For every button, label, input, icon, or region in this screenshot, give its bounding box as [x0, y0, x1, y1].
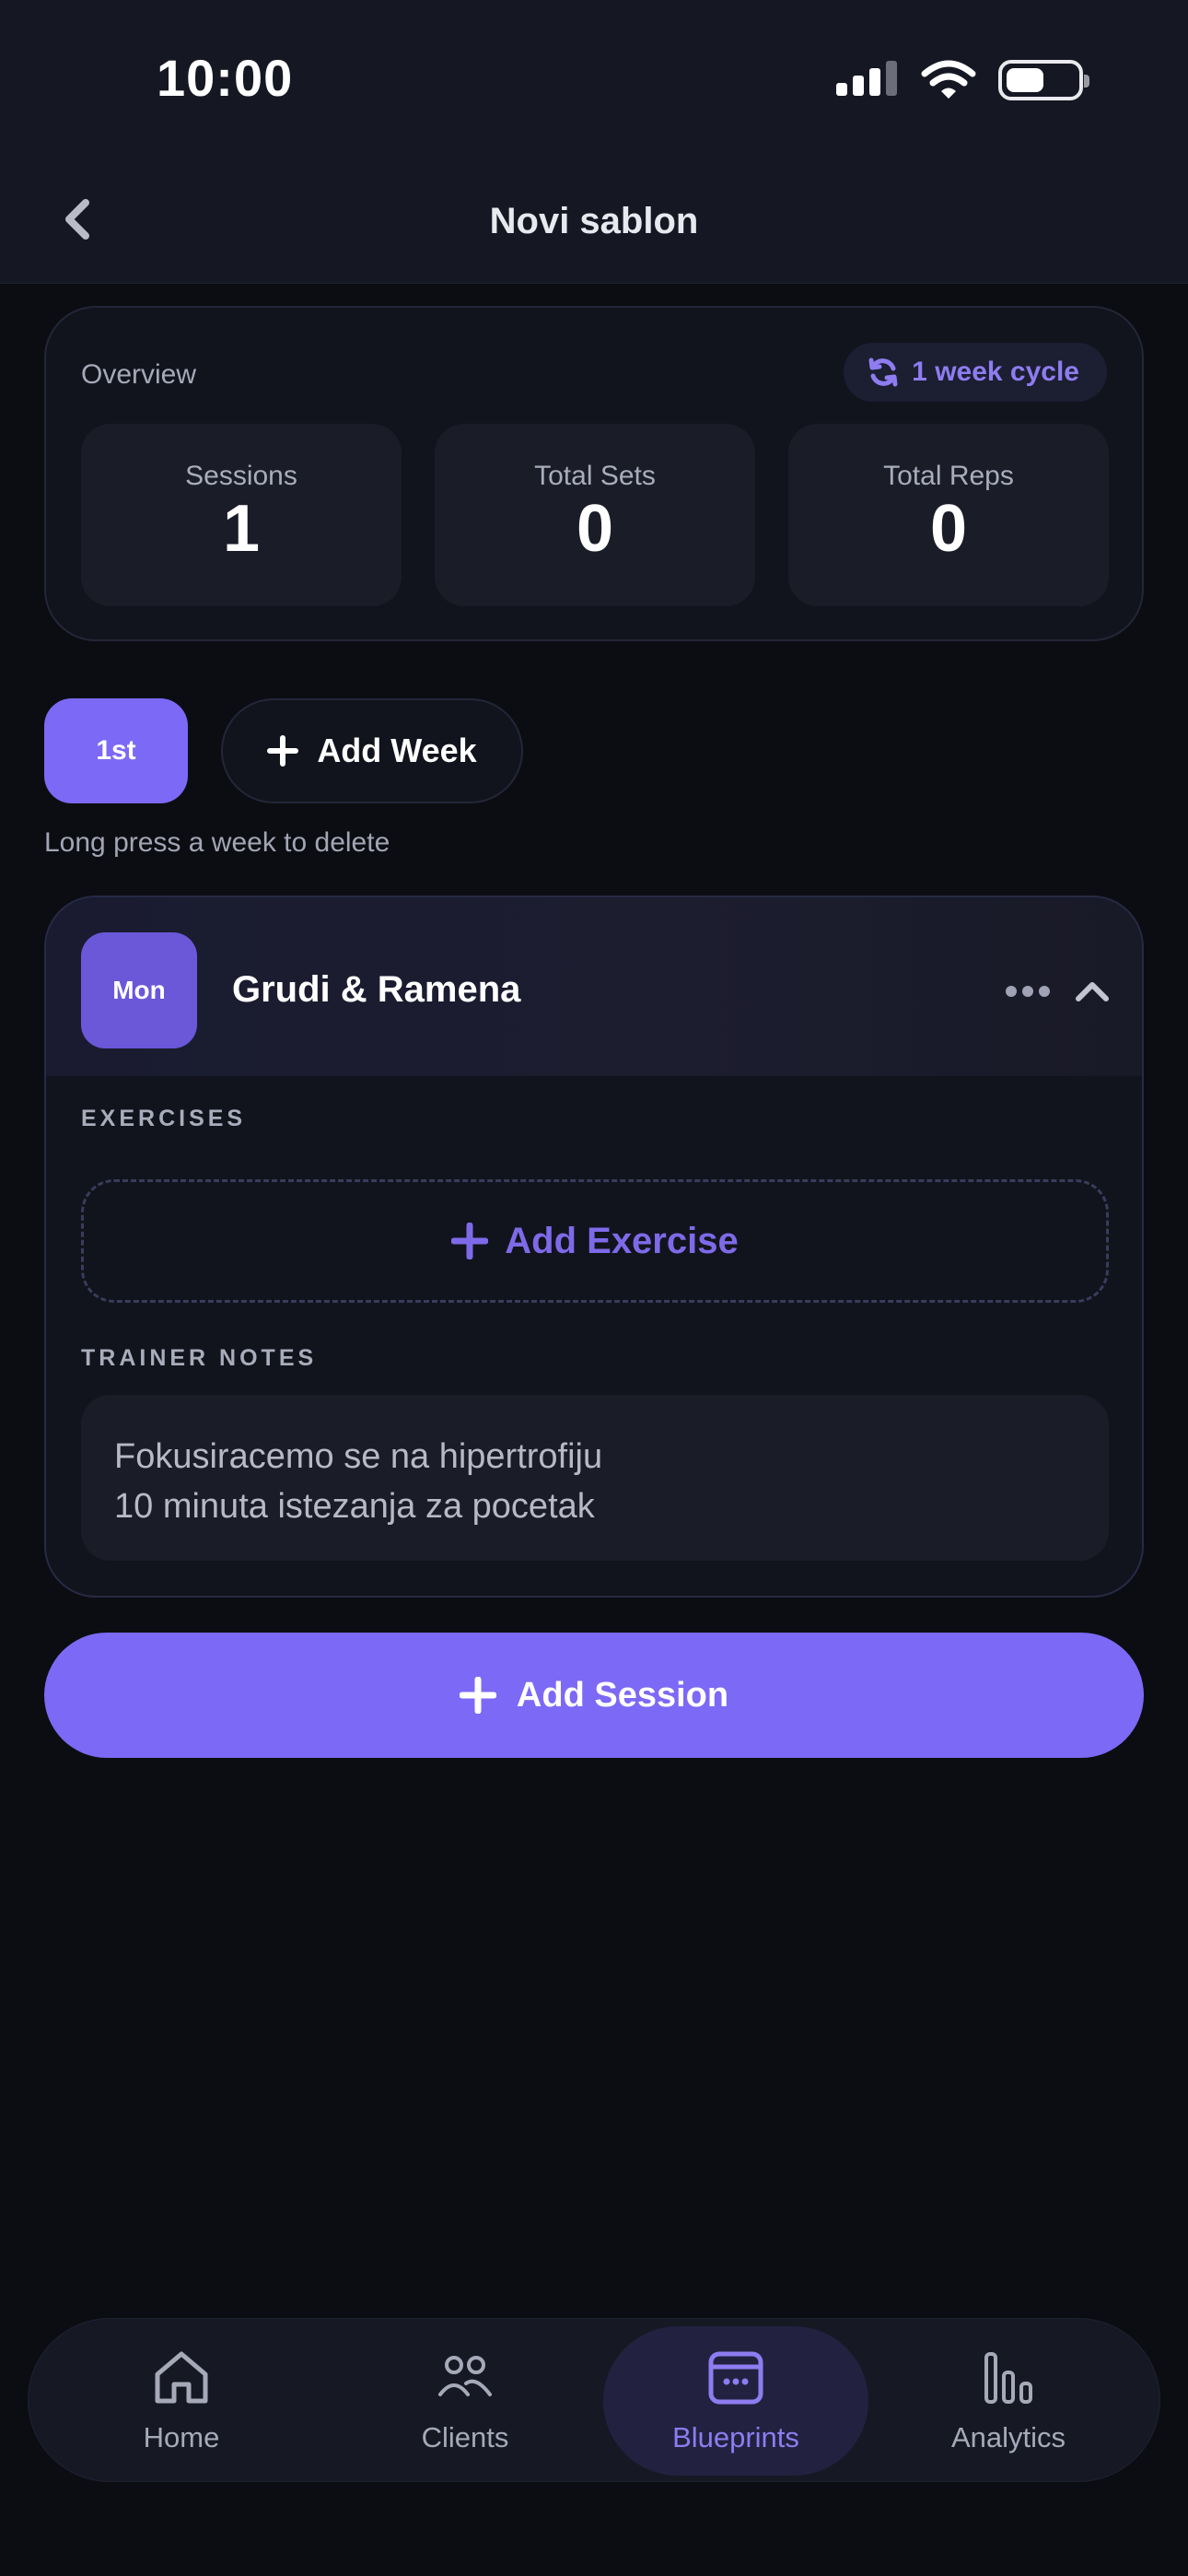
cellular-signal-icon [836, 59, 899, 101]
stat-total-sets: Total Sets 0 [435, 424, 755, 606]
overview-label: Overview [81, 359, 197, 390]
week-chip-1st[interactable]: 1st [44, 698, 188, 803]
status-time: 10:00 [157, 49, 294, 107]
stat-value: 1 [222, 492, 261, 566]
calendar-icon [705, 2348, 766, 2408]
trainer-notes[interactable]: Fokusiracemo se na hipertrofiju 10 minut… [81, 1395, 1109, 1561]
stat-total-reps: Total Reps 0 [788, 424, 1109, 606]
stat-sessions: Sessions 1 [81, 424, 402, 606]
stat-label: Sessions [185, 461, 297, 491]
notes-line: Fokusiracemo se na hipertrofiju [114, 1437, 603, 1476]
dot [1006, 986, 1017, 997]
nav-analytics[interactable]: Analytics [876, 2326, 1141, 2476]
week-hint: Long press a week to delete [44, 827, 390, 858]
add-exercise-button[interactable]: Add Exercise [81, 1179, 1109, 1303]
add-session-button[interactable]: Add Session [44, 1633, 1144, 1758]
stat-label: Total Reps [883, 461, 1014, 491]
plus-icon [267, 735, 299, 767]
nav-label: Home [143, 2421, 220, 2453]
session-card: Mon Grudi & Ramena EXERCISES Add Exercis… [44, 896, 1144, 1598]
dot [1039, 986, 1050, 997]
day-badge: Mon [81, 932, 197, 1048]
stat-label: Total Sets [534, 461, 656, 491]
overview-card: Overview 1 week cycle Sessions 1 Total S… [44, 306, 1144, 641]
add-session-label: Add Session [516, 1675, 729, 1715]
more-options-button[interactable] [1000, 973, 1055, 1010]
battery-icon [998, 60, 1089, 100]
page-title: Novi sablon [489, 201, 699, 241]
stats-row: Sessions 1 Total Sets 0 Total Reps 0 [81, 424, 1109, 606]
nav-label: Analytics [950, 2421, 1066, 2453]
plus-icon [451, 1223, 489, 1259]
session-name: Grudi & Ramena [232, 969, 521, 1010]
bar-chart-icon [978, 2348, 1039, 2408]
nav-clients[interactable]: Clients [332, 2326, 598, 2476]
nav-blueprints[interactable]: Blueprints [603, 2326, 868, 2476]
stat-value: 0 [929, 492, 968, 566]
nav-label: Clients [421, 2421, 509, 2453]
bottom-nav: Home Clients Blueprints Analytics [28, 2318, 1160, 2482]
dot [1022, 986, 1033, 997]
home-icon [151, 2348, 212, 2408]
cycle-label: 1 week cycle [912, 357, 1079, 387]
notes-line: 10 minuta istezanja za pocetak [114, 1487, 595, 1526]
nav-label: Blueprints [672, 2421, 799, 2453]
plus-icon [459, 1677, 496, 1714]
add-exercise-label: Add Exercise [505, 1220, 739, 1261]
wifi-icon [921, 60, 976, 99]
trainer-notes-label: TRAINER NOTES [81, 1345, 318, 1371]
cycle-badge: 1 week cycle [844, 343, 1107, 402]
session-header[interactable]: Mon Grudi & Ramena [46, 897, 1142, 1076]
add-week-button[interactable]: Add Week [221, 698, 523, 803]
nav-home[interactable]: Home [49, 2326, 314, 2476]
collapse-button[interactable] [1070, 969, 1114, 1013]
refresh-icon [868, 357, 898, 387]
chevron-up-icon [1076, 982, 1109, 1001]
status-icons [836, 57, 1089, 103]
stat-value: 0 [576, 492, 614, 566]
add-week-label: Add Week [317, 732, 477, 769]
top-bar: 10:00 Novi sablon [0, 0, 1188, 284]
exercises-label: EXERCISES [81, 1106, 247, 1131]
users-icon [435, 2348, 495, 2408]
